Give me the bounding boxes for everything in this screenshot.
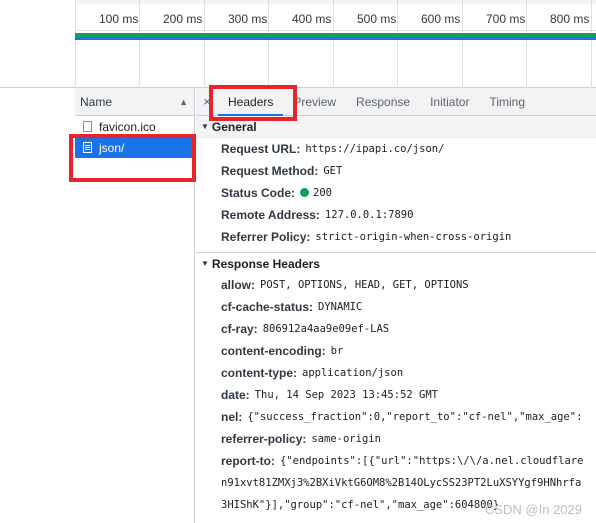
response-header-row: date: Thu, 14 Sep 2023 13:45:52 GMT [196, 384, 596, 406]
tab-response[interactable]: Response [346, 88, 420, 116]
network-timeline[interactable]: 100 ms 200 ms 300 ms 400 ms 500 ms 600 m… [0, 0, 596, 88]
request-name: favicon.ico [99, 119, 156, 134]
timeline-gridline [139, 0, 140, 88]
timeline-tick-label: 400 ms [292, 12, 332, 26]
header-row-request-method: Request Method: GET [196, 160, 596, 182]
section-title: General [211, 119, 257, 134]
header-value: {"endpoints":[{"url":"https:\/\/a.nel.cl… [280, 455, 584, 467]
timeline-tick-label: 700 ms [486, 12, 526, 26]
header-key: content-encoding: [221, 344, 326, 358]
response-header-row: allow: POST, OPTIONS, HEAD, GET, OPTIONS [196, 274, 596, 296]
timeline-gridline [591, 0, 592, 88]
timeline-gridline [462, 0, 463, 88]
header-value: br [330, 345, 344, 357]
response-headers-section-header[interactable]: ▼ Response Headers [196, 252, 596, 274]
name-column-title: Name [80, 94, 113, 109]
header-value: Thu, 14 Sep 2023 13:45:52 GMT [254, 389, 438, 401]
response-header-row: nel: {"success_fraction":0,"report_to":"… [196, 406, 596, 428]
timeline-gridline [397, 0, 398, 88]
header-key: referrer-policy: [221, 432, 307, 446]
header-value: same-origin [311, 433, 381, 445]
request-details-panel: × Headers Preview Response Initiator Tim… [196, 88, 596, 523]
header-key: Request URL: [221, 142, 301, 156]
timeline-gridline [75, 0, 76, 88]
header-key: Request Method: [221, 164, 319, 178]
timeline-gridline [268, 0, 269, 88]
annotation-box-headers-tab [209, 85, 297, 121]
timeline-tick-label: 800 ms [550, 12, 590, 26]
header-value: {"success_fraction":0,"report_to":"cf-ne… [247, 411, 583, 423]
tab-timing[interactable]: Timing [479, 88, 535, 116]
header-value: POST, OPTIONS, HEAD, GET, OPTIONS [260, 279, 469, 291]
timeline-gridline [333, 0, 334, 88]
header-key: allow: [221, 278, 256, 292]
response-header-row: cf-cache-status: DYNAMIC [196, 296, 596, 318]
response-header-row: cf-ray: 806912a4aa9e09ef-LAS [196, 318, 596, 340]
header-key: Status Code: [221, 186, 296, 200]
header-key: nel: [221, 410, 243, 424]
response-header-row: content-encoding: br [196, 340, 596, 362]
tab-initiator[interactable]: Initiator [420, 88, 479, 116]
header-value: DYNAMIC [318, 301, 363, 313]
name-column-header[interactable]: Name ▲ [75, 88, 194, 116]
header-value-continuation: n91xvt81ZMXj3%2BXiVktG6OM8%2B14OLycSS23P… [221, 477, 582, 489]
timeline-request-bar [75, 37, 596, 40]
header-key: cf-ray: [221, 322, 258, 336]
timeline-tick-label: 100 ms [99, 12, 139, 26]
file-icon [83, 121, 92, 132]
timeline-tick-label: 200 ms [163, 12, 203, 26]
response-header-row: referrer-policy: same-origin [196, 428, 596, 450]
header-value: 806912a4aa9e09ef-LAS [262, 323, 390, 335]
header-value: application/json [302, 367, 404, 379]
header-value: https://ipapi.co/json/ [305, 143, 445, 155]
header-value-status: 200 [300, 187, 332, 199]
header-key: date: [221, 388, 250, 402]
timeline-tick-label: 300 ms [228, 12, 268, 26]
timeline-gridline [526, 0, 527, 88]
section-title: Response Headers [211, 256, 320, 271]
timeline-ruler-line [75, 30, 596, 31]
header-key: content-type: [221, 366, 297, 380]
header-value: 127.0.0.1:7890 [324, 209, 414, 221]
header-key: cf-cache-status: [221, 300, 314, 314]
response-header-row: content-type: application/json [196, 362, 596, 384]
header-value: strict-origin-when-cross-origin [315, 231, 512, 243]
sort-ascending-icon: ▲ [179, 96, 188, 107]
watermark-text: CSDN @In 2029 [484, 502, 582, 517]
header-row-request-url: Request URL: https://ipapi.co/json/ [196, 138, 596, 160]
collapse-triangle-icon: ▼ [201, 259, 209, 268]
header-value: GET [323, 165, 343, 177]
header-key: report-to: [221, 454, 275, 468]
timeline-tick-label: 500 ms [357, 12, 397, 26]
response-header-row: report-to: {"endpoints":[{"url":"https:\… [196, 450, 596, 472]
annotation-box-json-request [69, 134, 196, 182]
header-key: Remote Address: [221, 208, 320, 222]
header-row-status-code: Status Code: 200 [196, 182, 596, 204]
timeline-top-strip [75, 0, 596, 4]
header-row-remote-address: Remote Address: 127.0.0.1:7890 [196, 204, 596, 226]
status-ok-icon [300, 188, 310, 197]
timeline-tick-label: 600 ms [421, 12, 461, 26]
header-row-referrer-policy: Referrer Policy: strict-origin-when-cros… [196, 226, 596, 248]
timeline-gridline [204, 0, 205, 88]
status-code-value: 200 [313, 187, 332, 199]
header-key: Referrer Policy: [221, 230, 311, 244]
collapse-triangle-icon: ▼ [201, 122, 209, 131]
